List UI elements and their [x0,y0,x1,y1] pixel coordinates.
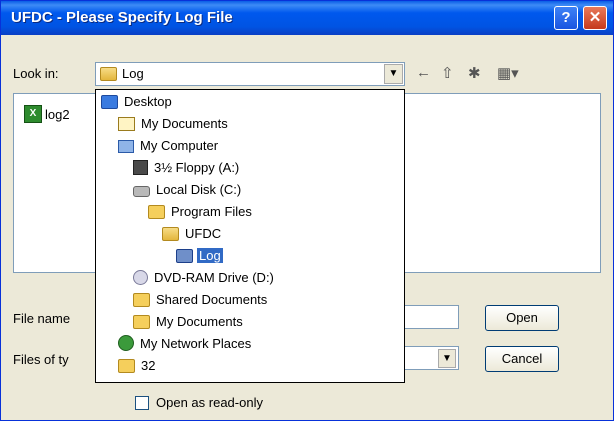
file-dialog: UFDC - Please Specify Log File ? ✕ Look … [0,0,614,421]
disk-icon [133,185,150,197]
dropdown-item-32[interactable]: 32 [118,355,157,375]
dropdown-item-local-disk[interactable]: Local Disk (C:) [133,179,243,199]
dropdown-item-label: Local Disk (C:) [156,181,242,197]
dropdown-item-label: DVD-RAM Drive (D:) [154,269,274,285]
dropdown-item-label: Desktop [124,93,172,109]
dropdown-item-my-computer[interactable]: My Computer [118,135,220,155]
dropdown-item-my-documents-2[interactable]: My Documents [133,311,245,331]
dropdown-item-program-files[interactable]: Program Files [148,201,254,221]
look-in-combobox[interactable]: Log ▼ [95,62,405,86]
dropdown-item-label: My Documents [141,115,228,131]
dropdown-item-log[interactable]: Log [176,245,223,265]
folder-icon [176,249,193,263]
dropdown-item-label: My Network Places [140,335,252,351]
look-in-value: Log [122,66,144,81]
dvd-icon [133,270,148,285]
read-only-option[interactable]: Open as read-only [135,395,263,410]
open-button[interactable]: Open [485,305,559,331]
documents-icon [118,117,135,131]
file-item-log2[interactable]: X log2 [24,105,70,123]
help-button[interactable]: ? [554,6,578,30]
folder-icon [100,67,117,81]
dropdown-item-label: UFDC [185,225,222,241]
folder-icon [148,205,165,219]
back-arrow-icon[interactable]: ← [416,64,431,81]
dropdown-item-label: Log [197,247,223,263]
title-bar[interactable]: UFDC - Please Specify Log File ? ✕ [1,1,613,35]
dropdown-item-dvd-drive[interactable]: DVD-RAM Drive (D:) [133,267,276,287]
dropdown-item-label: 32 [141,357,156,373]
folder-icon [133,315,150,329]
read-only-checkbox[interactable] [135,395,149,410]
window-title: UFDC - Please Specify Log File [11,9,233,26]
floppy-icon [133,160,148,175]
read-only-label: Open as read-only [156,395,263,410]
dropdown-item-ufdc[interactable]: UFDC [162,223,223,243]
views-menu-icon[interactable]: ▦▾ [497,64,519,82]
dropdown-item-label: My Computer [140,137,219,153]
chevron-down-icon[interactable]: ▼ [384,64,403,84]
up-folder-icon[interactable]: ⇧ [441,64,454,82]
file-name-label: File name [13,311,71,326]
folder-icon [162,227,179,241]
network-icon [118,335,134,351]
dropdown-item-label: 3½ Floppy (A:) [154,159,240,175]
new-folder-icon[interactable]: ✱ [468,64,481,82]
folder-icon [133,293,150,307]
excel-file-icon: X [24,105,42,123]
computer-icon [118,139,134,153]
cancel-button[interactable]: Cancel [485,346,559,372]
dropdown-item-floppy[interactable]: 3½ Floppy (A:) [133,157,241,177]
dropdown-item-my-network-places[interactable]: My Network Places [118,333,253,353]
look-in-label: Look in: [13,66,59,81]
desktop-icon [101,95,118,109]
dropdown-item-my-documents[interactable]: My Documents [118,113,230,133]
look-in-dropdown-list[interactable]: Desktop My Documents My Computer 3½ Flop… [95,89,405,383]
dropdown-item-desktop[interactable]: Desktop [101,91,174,111]
folder-icon [118,359,135,373]
close-button[interactable]: ✕ [583,6,607,30]
file-type-label: Files of ty [13,352,69,367]
dropdown-item-label: Program Files [171,203,252,219]
file-name-label: log2 [45,106,70,122]
dropdown-item-shared-documents[interactable]: Shared Documents [133,289,269,309]
dropdown-item-label: My Documents [156,313,243,329]
chevron-down-icon[interactable]: ▼ [438,349,456,368]
dropdown-item-label: Shared Documents [156,291,268,307]
